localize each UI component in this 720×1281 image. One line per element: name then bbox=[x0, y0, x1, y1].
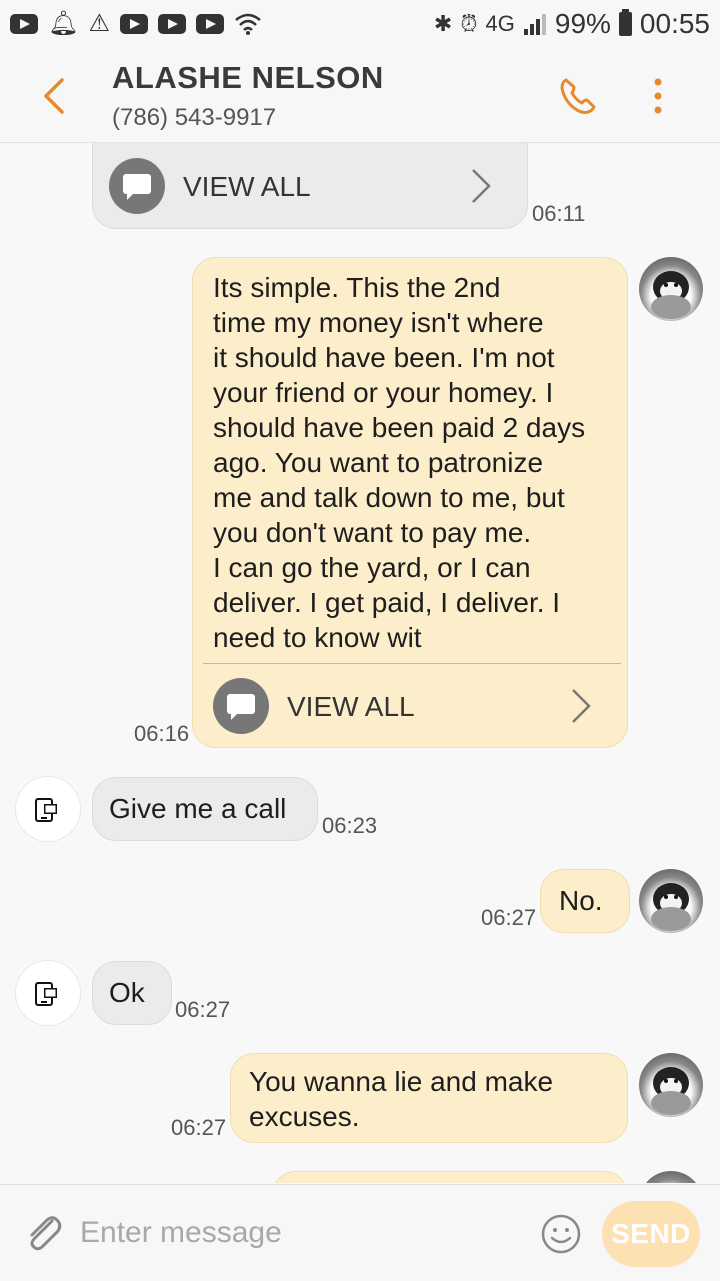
status-bar-notifications: 🔔︎ ⚠︎ bbox=[0, 12, 262, 36]
message-text: No. bbox=[559, 885, 603, 916]
youtube-icon bbox=[119, 14, 148, 34]
youtube-icon bbox=[10, 14, 38, 34]
view-all-label: VIEW ALL bbox=[183, 170, 311, 202]
alarm-icon: ⏰︎ bbox=[460, 11, 478, 36]
battery-icon bbox=[618, 9, 632, 36]
message-time: 06:27 bbox=[175, 997, 231, 1022]
id-logo-avatar[interactable] bbox=[16, 777, 80, 841]
message-text: Ok bbox=[109, 977, 145, 1008]
more-options-icon[interactable] bbox=[646, 76, 670, 116]
contact-name: ALASHE NELSON bbox=[112, 60, 384, 95]
status-bar: 🔔︎ ⚠︎ ✱ ⏰︎ 4G 99% 00:55 bbox=[0, 0, 720, 48]
message-input[interactable] bbox=[80, 1207, 520, 1259]
message-icon bbox=[213, 678, 269, 734]
bluetooth-icon: ✱ bbox=[433, 11, 453, 36]
message-time: 06:27 bbox=[481, 905, 537, 930]
message-bubble-incoming[interactable]: Ok bbox=[92, 961, 172, 1025]
wifi-icon bbox=[235, 13, 261, 35]
message-bubble-outgoing[interactable] bbox=[272, 1171, 628, 1183]
emoji-icon[interactable] bbox=[540, 1213, 582, 1255]
id-logo-icon bbox=[35, 798, 57, 822]
phone-call-icon[interactable] bbox=[556, 74, 600, 118]
message-time: 06:27 bbox=[171, 1115, 227, 1140]
notification-bell-icon: 🔔︎ bbox=[48, 10, 79, 37]
signal-icon bbox=[523, 14, 546, 35]
message-time: 06:11 bbox=[532, 201, 586, 226]
message-icon bbox=[109, 158, 165, 214]
youtube-icon bbox=[157, 14, 186, 34]
message-list[interactable]: VIEW ALL 06:11 06:16 Its simple. This th… bbox=[0, 143, 720, 1183]
message-time: 06:23 bbox=[322, 813, 378, 838]
send-button[interactable]: SEND bbox=[602, 1201, 700, 1267]
4g-lte-icon: 4G bbox=[485, 11, 515, 36]
view-all-label: VIEW ALL bbox=[287, 690, 415, 722]
youtube-icon bbox=[195, 14, 224, 34]
message-composer: SEND bbox=[0, 1184, 720, 1281]
paperclip-icon[interactable] bbox=[22, 1211, 66, 1255]
contact-phone: (786) 543-9917 bbox=[112, 104, 277, 131]
penguin-avatar[interactable] bbox=[639, 1053, 703, 1117]
message-bubble-outgoing[interactable]: You wanna lie and make excuses. bbox=[230, 1053, 628, 1143]
message-text: Its simple. This the 2nd time my money i… bbox=[213, 272, 586, 653]
chevron-right-icon bbox=[472, 169, 491, 203]
message-bubble-incoming[interactable]: Give me a call bbox=[92, 777, 318, 841]
conversation-header: ALASHE NELSON (786) 543-9917 bbox=[0, 48, 720, 143]
status-bar-system: ✱ ⏰︎ 4G 99% 00:55 bbox=[434, 0, 710, 48]
penguin-avatar[interactable] bbox=[639, 869, 703, 933]
message-bubble-outgoing[interactable]: Its simple. This the 2nd time my money i… bbox=[192, 257, 628, 748]
view-all-row[interactable]: VIEW ALL bbox=[93, 158, 527, 214]
view-all-row[interactable]: VIEW ALL bbox=[193, 678, 627, 734]
penguin-avatar[interactable] bbox=[639, 1171, 703, 1183]
id-logo-icon bbox=[35, 982, 57, 1006]
penguin-avatar[interactable] bbox=[639, 257, 703, 321]
warning-icon: ⚠︎ bbox=[88, 10, 110, 37]
message-bubble-outgoing[interactable]: No. bbox=[540, 869, 630, 933]
penguin-avatar-image bbox=[651, 883, 691, 931]
back-arrow-icon[interactable] bbox=[36, 76, 72, 116]
status-time: 00:55 bbox=[639, 8, 710, 39]
message-text: You wanna lie and make excuses. bbox=[249, 1066, 554, 1132]
id-logo-avatar[interactable] bbox=[16, 961, 80, 1025]
divider bbox=[203, 663, 621, 664]
message-text: Give me a call bbox=[109, 793, 287, 824]
message-bubble-incoming[interactable]: VIEW ALL bbox=[92, 143, 528, 229]
penguin-avatar-image bbox=[651, 271, 691, 319]
battery-percent: 99% bbox=[554, 8, 611, 39]
penguin-avatar-image bbox=[651, 1067, 691, 1115]
chevron-right-icon bbox=[572, 689, 591, 723]
message-time: 06:16 bbox=[134, 721, 190, 746]
